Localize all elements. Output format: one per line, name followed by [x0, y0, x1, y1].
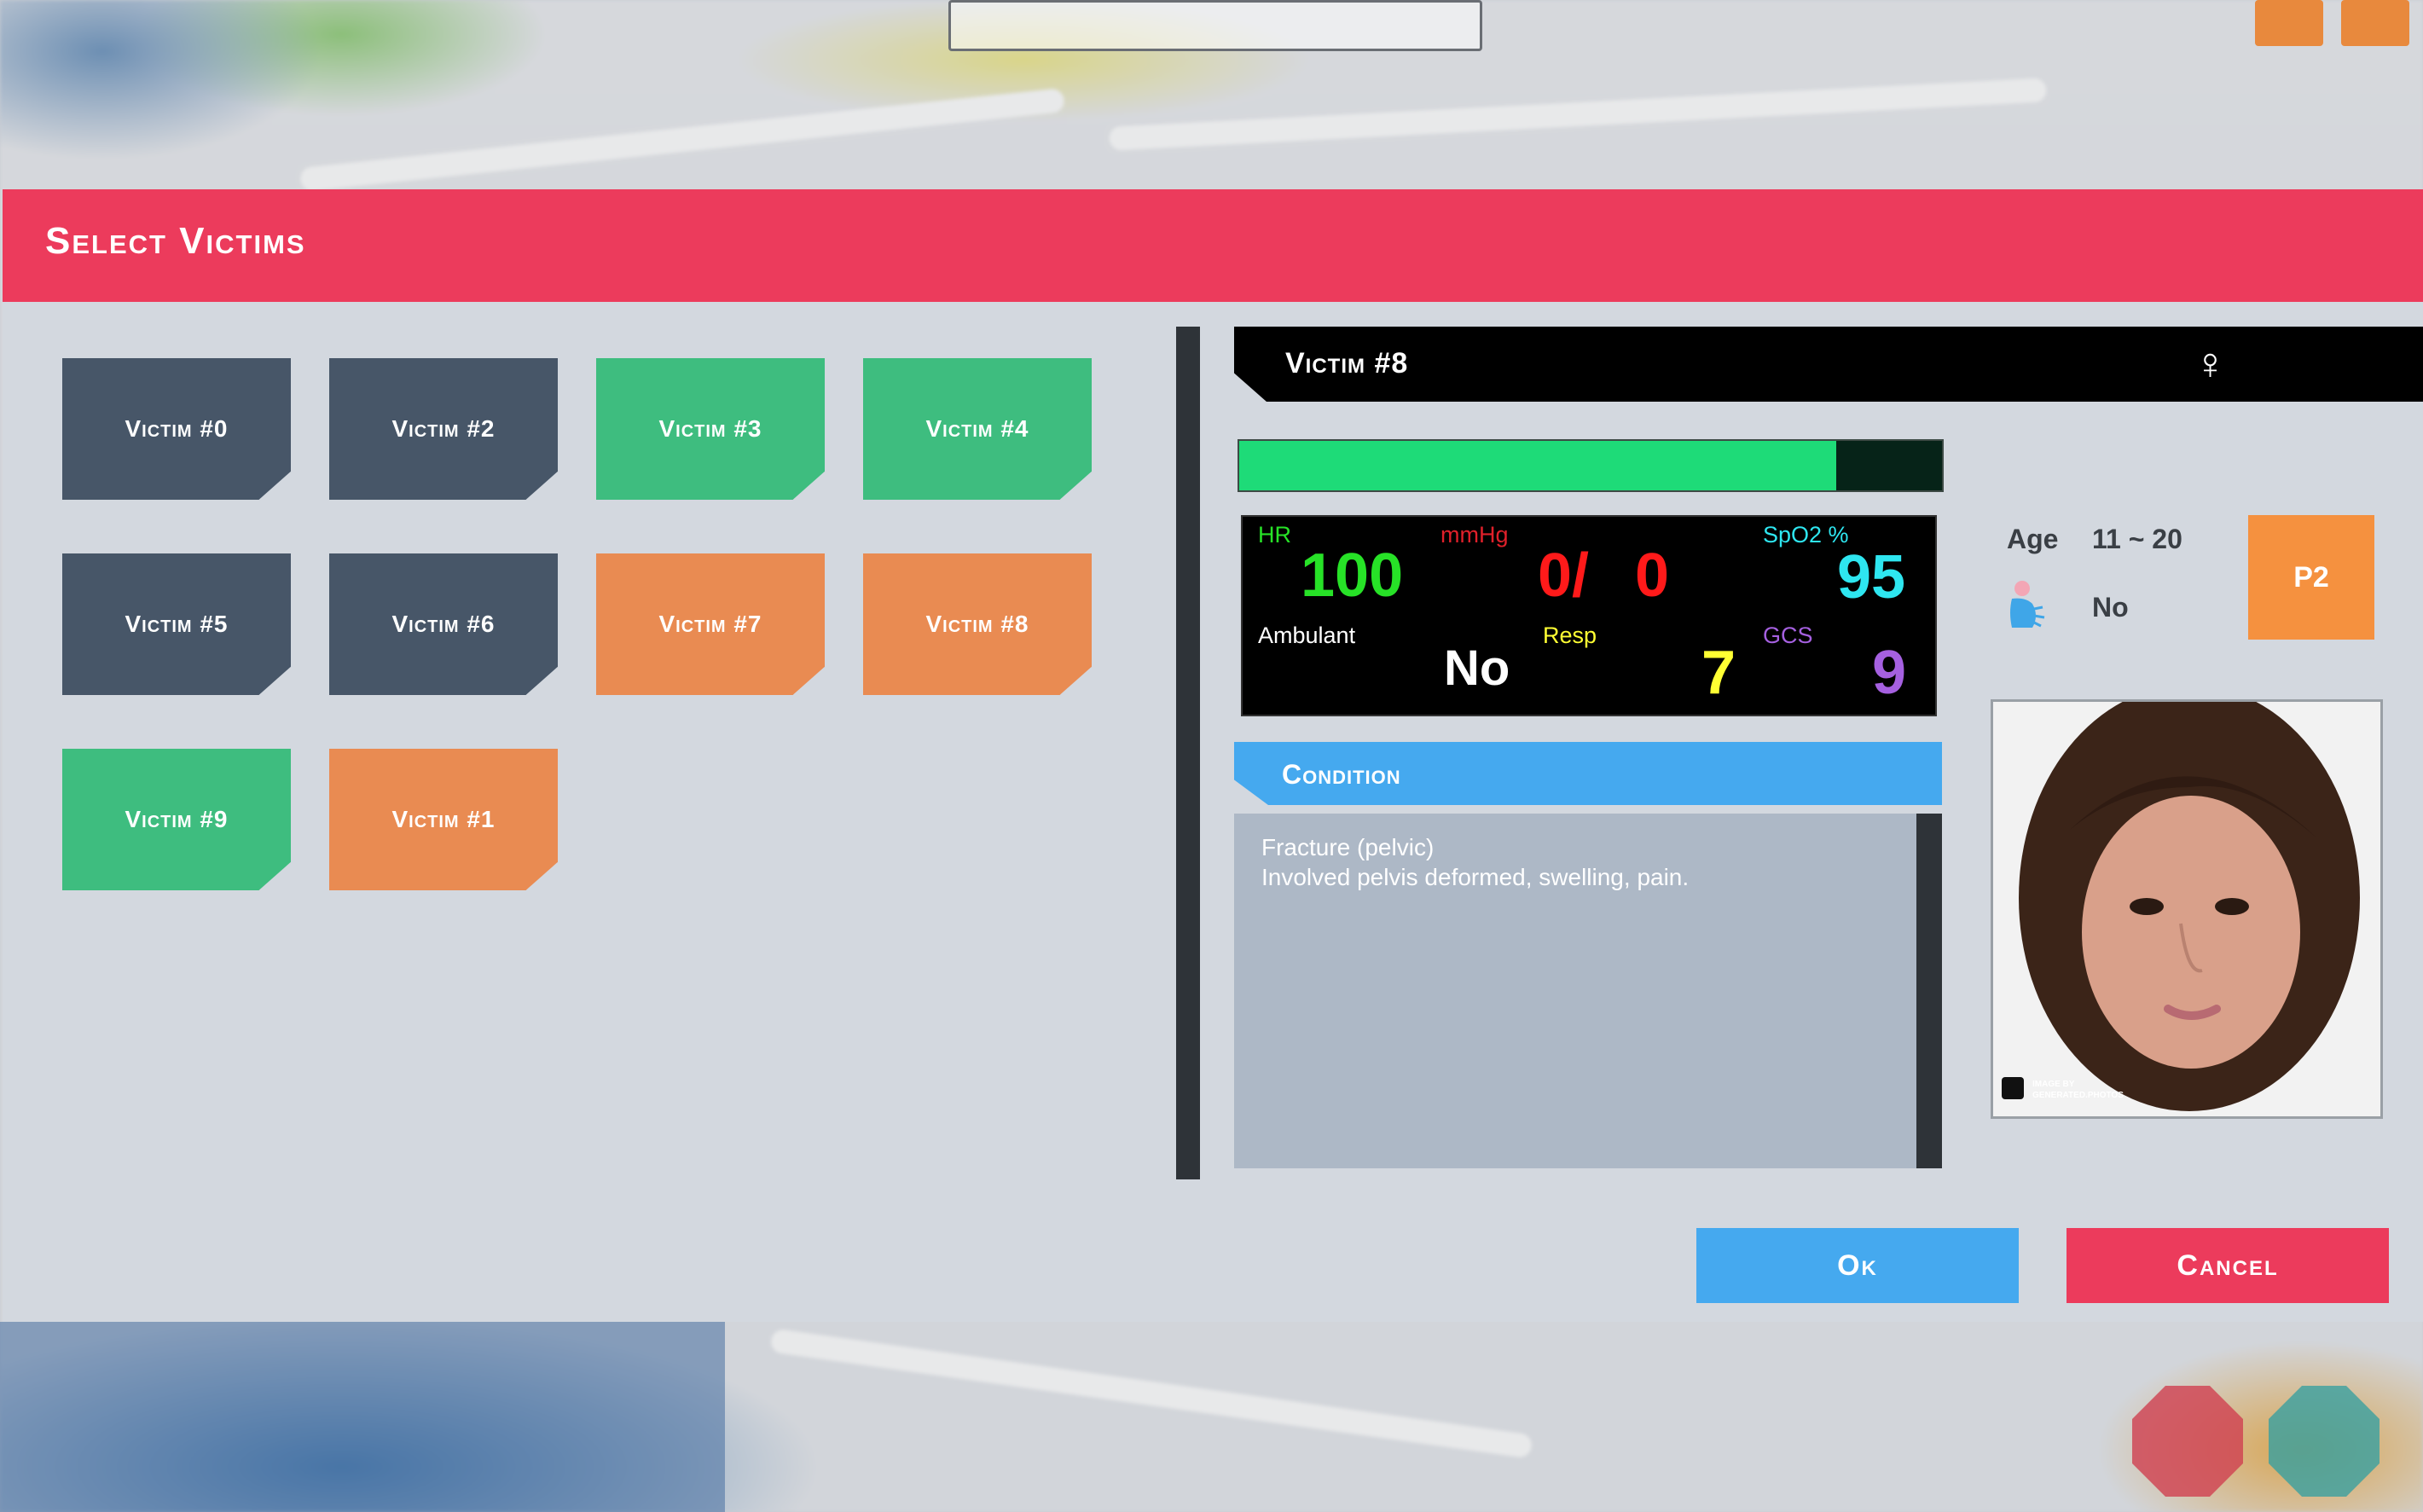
age-label: Age — [2007, 524, 2059, 554]
map-action-button — [2269, 1386, 2380, 1497]
victim-tile[interactable]: Victim #5 — [62, 553, 291, 695]
victim-tile[interactable]: Victim #9 — [62, 749, 291, 890]
map-panel — [0, 1322, 725, 1512]
map-road — [1109, 78, 2047, 151]
victim-tile[interactable]: Victim #3 — [596, 358, 825, 500]
condition-header: Condition — [1234, 742, 1942, 805]
female-icon: ♀ — [2194, 339, 2227, 389]
photo-credit-line1: IMAGE BY — [2032, 1080, 2075, 1089]
pregnant-value: No — [2092, 592, 2129, 623]
cancel-button[interactable]: Cancel — [2067, 1228, 2389, 1303]
ambulant-value: No — [1444, 640, 1510, 696]
spo2-value: 95 — [1837, 543, 1906, 611]
map-road — [769, 1328, 1533, 1459]
condition-scrollbar[interactable] — [1916, 814, 1942, 1168]
bp-label: mmHg — [1440, 522, 1509, 547]
vitals-monitor: HR 100 mmHg 0/ 0 SpO2 % 95 Ambulant No R… — [1241, 515, 1937, 716]
bp-systolic: 0/ — [1538, 542, 1590, 610]
portrait-image — [1993, 702, 2380, 1116]
health-bar — [1238, 439, 1944, 492]
gcs-value: 9 — [1872, 639, 1907, 707]
ambulant-label: Ambulant — [1258, 623, 1356, 648]
select-victims-dialog: Select Victims Victim #0 Victim #2 Victi… — [3, 189, 2423, 1322]
victim-tile[interactable]: Victim #0 — [62, 358, 291, 500]
panel-divider — [1176, 327, 1200, 1179]
map-action-button — [2132, 1386, 2243, 1497]
hr-label: HR — [1258, 522, 1291, 547]
map-toolbar — [948, 0, 1482, 51]
health-bar-fill — [1239, 441, 1837, 490]
victim-detail-header: Victim #8 ♀ — [1234, 327, 2423, 402]
resp-value: 7 — [1701, 639, 1736, 707]
map-button — [2255, 0, 2323, 46]
dialog-header: Select Victims — [3, 189, 2423, 302]
map-road — [299, 88, 1065, 192]
victim-tile[interactable]: Victim #7 — [596, 553, 825, 695]
victim-photo: IMAGE BY GENERATED.PHOTOS — [1991, 699, 2383, 1119]
gcs-label: GCS — [1763, 623, 1813, 648]
pregnancy-icon — [2003, 578, 2046, 629]
priority-badge: P2 — [2248, 515, 2374, 640]
condition-title: Condition — [1282, 759, 1401, 790]
dialog-title: Select Victims — [45, 220, 306, 262]
victim-tile[interactable]: Victim #4 — [863, 358, 1092, 500]
hr-value: 100 — [1301, 542, 1404, 610]
spo2-label: SpO2 % — [1763, 522, 1849, 547]
app-root: Select Victims Victim #0 Victim #2 Victi… — [0, 0, 2423, 1512]
photo-credit-line2: GENERATED.PHOTOS — [2032, 1091, 2124, 1100]
map-button — [2341, 0, 2409, 46]
ok-button[interactable]: Ok — [1696, 1228, 2019, 1303]
victim-tile[interactable]: Victim #8 — [863, 553, 1092, 695]
condition-panel[interactable]: Fracture (pelvic) Involved pelvis deform… — [1234, 814, 1942, 1168]
condition-text: Fracture (pelvic) Involved pelvis deform… — [1261, 834, 1690, 890]
victim-tile[interactable]: Victim #1 — [329, 749, 558, 890]
bp-diastolic: 0 — [1635, 542, 1670, 610]
resp-label: Resp — [1543, 623, 1597, 648]
victim-tile[interactable]: Victim #2 — [329, 358, 558, 500]
photo-credit: IMAGE BY GENERATED.PHOTOS — [2032, 1079, 2124, 1101]
age-value: 11 ~ 20 — [2092, 524, 2182, 554]
victim-tile[interactable]: Victim #6 — [329, 553, 558, 695]
victim-name: Victim #8 — [1285, 347, 1409, 379]
